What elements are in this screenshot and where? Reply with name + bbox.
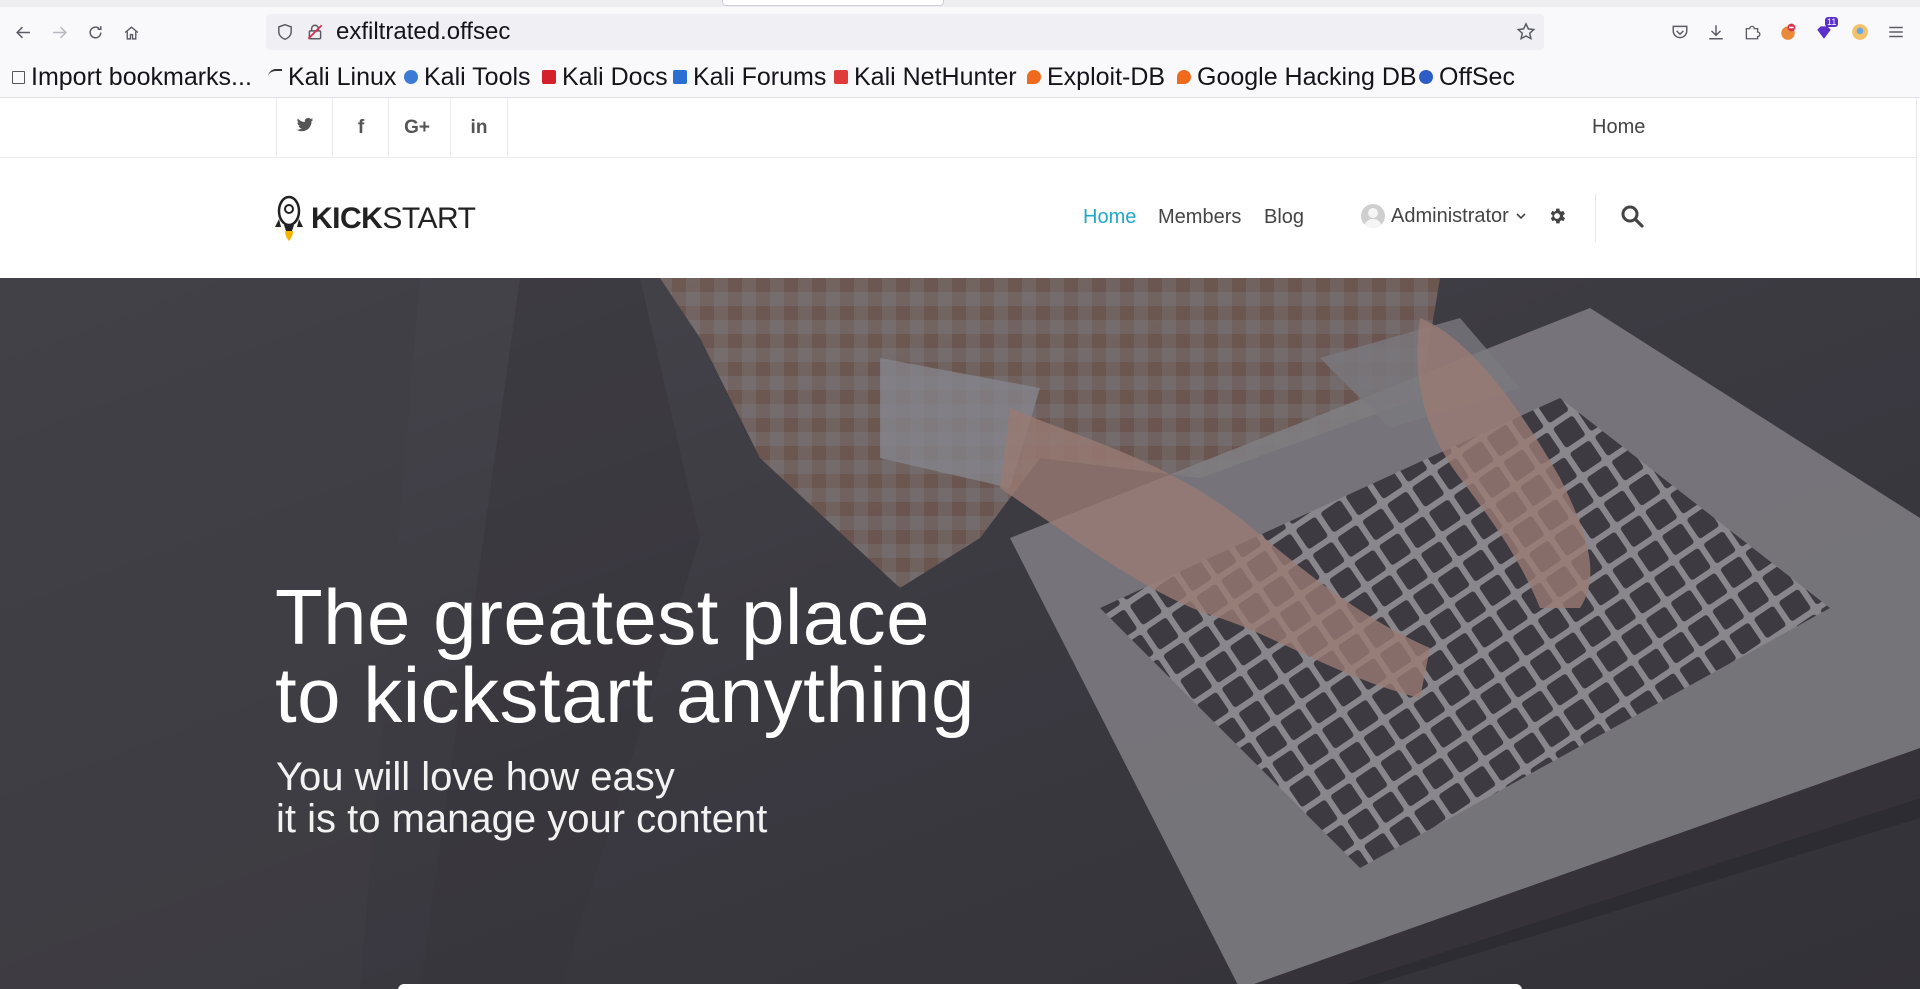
header-divider — [1595, 194, 1596, 242]
arrow-left-icon — [15, 26, 30, 38]
bookmark-offsec[interactable]: OffSec — [1419, 60, 1515, 94]
ghdb-icon — [1177, 70, 1191, 84]
user-avatar — [1361, 204, 1385, 228]
url-bar[interactable]: exfiltrated.offsec — [266, 14, 1544, 50]
arrow-right-icon — [52, 26, 67, 38]
twitter-link[interactable] — [276, 98, 333, 157]
kali-icon — [268, 69, 282, 85]
brand-name: KICKSTART — [311, 202, 476, 235]
hero-title-line-1: The greatest place — [275, 573, 931, 661]
puzzle-icon — [1745, 25, 1761, 40]
bookmark-exploit-db[interactable]: Exploit-DB — [1027, 60, 1165, 94]
insecure-lock-icon[interactable] — [306, 23, 324, 41]
facebook-icon: f — [357, 116, 365, 138]
app-menu-button[interactable] — [1884, 20, 1908, 44]
user-name: Administrator — [1391, 204, 1509, 227]
bookmark-kali-forums[interactable]: Kali Forums — [673, 60, 826, 94]
content-card-edge — [398, 984, 1522, 989]
hero-banner: The greatest place to kickstart anything… — [0, 278, 1920, 989]
site-header: KICKSTART Home Members Blog Administrato… — [0, 158, 1920, 278]
bookmark-label: Kali Tools — [424, 62, 531, 91]
linkedin-link[interactable]: in — [450, 98, 508, 157]
extensions-button[interactable] — [1740, 20, 1764, 44]
bookmark-kali-nethunter[interactable]: Kali NetHunter — [834, 60, 1017, 94]
account-avatar-icon — [1852, 24, 1868, 40]
linkedin-icon: in — [470, 116, 488, 138]
bookmarks-toolbar: Import bookmarks... Kali Linux Kali Tool… — [0, 57, 1920, 98]
bookmark-star-icon[interactable] — [1516, 22, 1536, 42]
site-topbar: f G+ in Home — [0, 98, 1920, 158]
hero-title: The greatest place to kickstart anything — [275, 578, 975, 734]
fox-icon — [1781, 23, 1796, 40]
extension-badge-count: 11 — [1825, 17, 1839, 27]
facebook-link[interactable]: f — [332, 98, 389, 157]
account-button[interactable] — [1848, 20, 1872, 44]
hero-subtitle-line-1: You will love how easy — [276, 755, 675, 799]
hero-subtitle-line-2: it is to manage your content — [276, 797, 768, 841]
active-tab[interactable] — [722, 0, 944, 6]
site-logo[interactable]: KICKSTART — [273, 194, 476, 244]
extension-badge-button[interactable]: 11 — [1812, 17, 1839, 44]
bookmark-label: Import bookmarks... — [31, 62, 252, 91]
page-scroll-edge — [1916, 98, 1920, 278]
kali-docs-icon — [542, 70, 556, 84]
url-text[interactable]: exfiltrated.offsec — [336, 18, 510, 46]
shield-icon[interactable] — [276, 23, 294, 41]
google-plus-icon: G+ — [404, 116, 430, 138]
pocket-button[interactable] — [1668, 20, 1692, 44]
nav-members[interactable]: Members — [1158, 206, 1241, 229]
bookmark-label: Kali Forums — [693, 62, 827, 91]
twitter-icon — [296, 116, 314, 140]
bookmark-import[interactable]: Import bookmarks... — [12, 60, 252, 94]
hero-title-line-2: to kickstart anything — [275, 651, 975, 739]
reload-button[interactable] — [80, 17, 110, 47]
user-menu[interactable]: Administrator — [1361, 204, 1527, 228]
reload-icon — [88, 25, 102, 38]
bookmark-kali-linux[interactable]: Kali Linux — [268, 60, 396, 94]
nethunter-icon — [834, 70, 848, 84]
bookmark-google-hacking-db[interactable]: Google Hacking DB — [1177, 60, 1417, 94]
nav-blog[interactable]: Blog — [1264, 206, 1304, 229]
browser-toolbar: exfiltrated.offsec 11 — [0, 7, 1920, 57]
bookmark-kali-docs[interactable]: Kali Docs — [542, 60, 668, 94]
download-icon — [1709, 25, 1723, 40]
bookmark-label: Kali Docs — [562, 62, 668, 91]
bookmark-label: Google Hacking DB — [1197, 62, 1417, 91]
bookmark-label: Exploit-DB — [1047, 62, 1166, 91]
kali-tools-icon — [404, 70, 418, 84]
pocket-icon — [1672, 25, 1688, 39]
tab-strip — [0, 0, 1920, 7]
search-icon[interactable] — [1620, 204, 1644, 228]
bookmark-kali-tools[interactable]: Kali Tools — [404, 60, 531, 94]
topbar-home-link[interactable]: Home — [1592, 116, 1645, 139]
exploitdb-icon — [1027, 70, 1041, 84]
google-plus-link[interactable]: G+ — [388, 98, 445, 157]
home-button[interactable] — [116, 17, 146, 47]
extension-foxyproxy-button[interactable] — [1776, 20, 1800, 44]
hamburger-menu-icon — [1889, 26, 1903, 38]
bookmark-label: Kali NetHunter — [854, 62, 1017, 91]
home-icon — [124, 25, 138, 40]
bookmark-label: Kali Linux — [288, 62, 397, 91]
nav-home[interactable]: Home — [1083, 206, 1136, 229]
gear-icon[interactable] — [1547, 206, 1567, 226]
offsec-icon — [1419, 70, 1433, 84]
back-button[interactable] — [8, 17, 38, 47]
kali-forums-icon — [673, 70, 687, 84]
import-icon — [12, 70, 25, 84]
downloads-button[interactable] — [1704, 20, 1728, 44]
chevron-down-icon — [1516, 213, 1526, 220]
rocket-logo-icon — [275, 195, 303, 241]
bookmark-label: OffSec — [1439, 62, 1515, 91]
forward-button[interactable] — [44, 17, 74, 47]
hero-subtitle: You will love how easy it is to manage y… — [276, 756, 767, 840]
